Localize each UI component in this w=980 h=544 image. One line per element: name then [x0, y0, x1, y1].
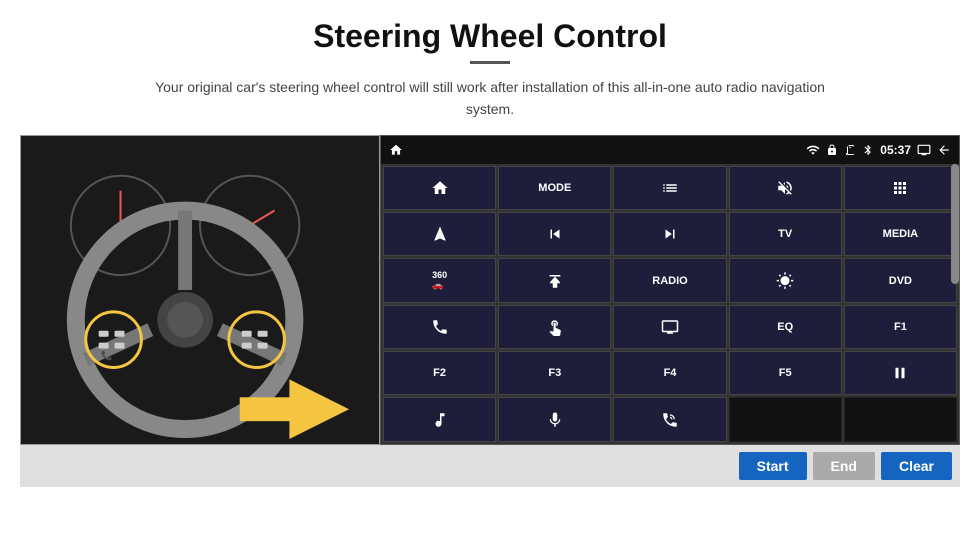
btn-eq[interactable]: EQ: [729, 305, 842, 349]
btn-media[interactable]: MEDIA: [844, 212, 957, 256]
status-bar: 05:37: [381, 136, 959, 164]
btn-360cam[interactable]: 360🚗: [383, 258, 496, 302]
btn-f3[interactable]: F3: [498, 351, 611, 395]
page-subtitle: Your original car's steering wheel contr…: [150, 76, 830, 121]
sdcard-icon: [844, 144, 856, 156]
btn-vol-mute[interactable]: [729, 166, 842, 210]
btn-prev[interactable]: [498, 212, 611, 256]
button-grid: MODE: [381, 164, 959, 444]
wifi-icon: [806, 143, 820, 157]
btn-eject[interactable]: [498, 258, 611, 302]
btn-empty1: [729, 397, 842, 441]
btn-music[interactable]: [383, 397, 496, 441]
btn-volphone[interactable]: [613, 397, 726, 441]
back-icon: [937, 143, 951, 157]
btn-next[interactable]: [613, 212, 726, 256]
btn-radio[interactable]: RADIO: [613, 258, 726, 302]
btn-nav[interactable]: [383, 212, 496, 256]
status-time: 05:37: [880, 143, 911, 157]
btn-f2[interactable]: F2: [383, 351, 496, 395]
btn-playpause[interactable]: [844, 351, 957, 395]
home-status-icon: [389, 143, 403, 157]
clear-button[interactable]: Clear: [881, 452, 952, 480]
lock-icon: [826, 144, 838, 156]
btn-empty2: [844, 397, 957, 441]
btn-dvd[interactable]: DVD: [844, 258, 957, 302]
btn-phone[interactable]: [383, 305, 496, 349]
scrollbar[interactable]: [951, 164, 959, 284]
page-wrapper: Steering Wheel Control Your original car…: [0, 0, 980, 544]
btn-home[interactable]: [383, 166, 496, 210]
btn-f1[interactable]: F1: [844, 305, 957, 349]
title-divider: [470, 61, 510, 64]
btn-f5[interactable]: F5: [729, 351, 842, 395]
btn-screen[interactable]: [613, 305, 726, 349]
btn-tv[interactable]: TV: [729, 212, 842, 256]
display-icon: [917, 143, 931, 157]
start-button[interactable]: Start: [739, 452, 807, 480]
steering-wheel-image: 📞: [20, 135, 380, 445]
btn-mic[interactable]: [498, 397, 611, 441]
android-panel: 05:37 MODE: [380, 135, 960, 445]
status-bar-right: 05:37: [806, 143, 951, 157]
bottom-bar: Start End Clear: [20, 445, 960, 487]
status-bar-left: [389, 143, 403, 157]
btn-bright[interactable]: [729, 258, 842, 302]
svg-text:📞: 📞: [101, 349, 113, 360]
btn-swipe[interactable]: [498, 305, 611, 349]
page-title: Steering Wheel Control: [313, 18, 667, 55]
btn-list[interactable]: [613, 166, 726, 210]
content-row: 📞: [20, 135, 960, 445]
btn-f4[interactable]: F4: [613, 351, 726, 395]
bluetooth-icon: [862, 144, 874, 156]
btn-apps[interactable]: [844, 166, 957, 210]
end-button[interactable]: End: [813, 452, 875, 480]
btn-mode[interactable]: MODE: [498, 166, 611, 210]
